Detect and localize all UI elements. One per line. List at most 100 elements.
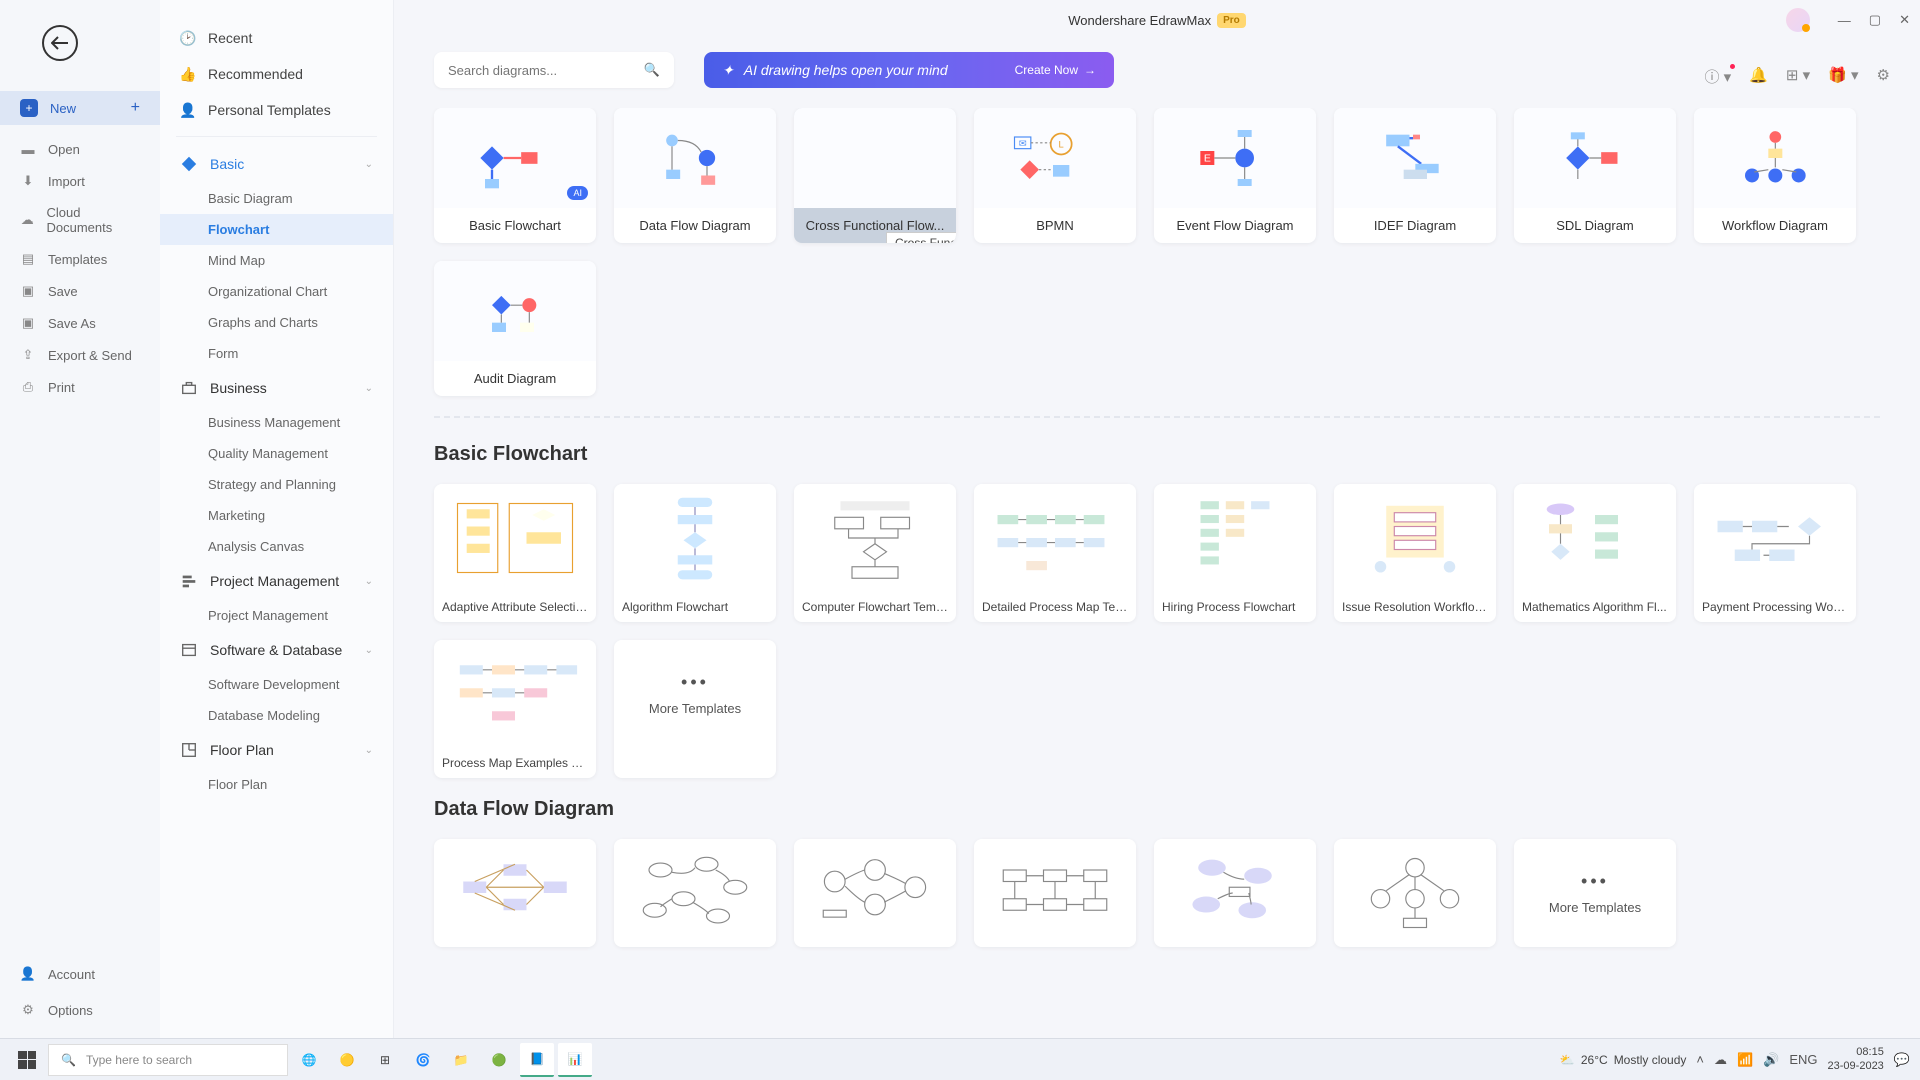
nav-pm-sub[interactable]: Project Management <box>160 600 393 631</box>
nav-strategy[interactable]: Strategy and Planning <box>160 469 393 500</box>
tray-wifi-icon[interactable]: 📶 <box>1737 1052 1753 1068</box>
tb-word[interactable]: 📘 <box>520 1043 554 1077</box>
nav-sw-dev[interactable]: Software Development <box>160 669 393 700</box>
account-button[interactable]: 👤Account <box>0 956 160 992</box>
ai-banner[interactable]: ✦ AI drawing helps open your mind Create… <box>704 52 1114 88</box>
template-card[interactable]: Detailed Process Map Tem... <box>974 484 1136 622</box>
start-button[interactable] <box>10 1043 44 1077</box>
nav-recent[interactable]: 🕑Recent <box>160 20 393 56</box>
window-icon <box>180 641 198 659</box>
help-icon[interactable]: ⓘ ▾ <box>1705 66 1732 87</box>
cat-pm[interactable]: Project Management⌄ <box>160 562 393 600</box>
open-button[interactable]: ▬Open <box>0 133 160 165</box>
search-box[interactable]: 🔍 <box>434 52 674 88</box>
action-center-icon[interactable]: 💬 <box>1894 1052 1910 1068</box>
nav-biz-mgmt[interactable]: Business Management <box>160 407 393 438</box>
bell-icon[interactable]: 🔔 <box>1749 66 1768 87</box>
tray-lang-icon[interactable]: ENG <box>1789 1052 1817 1067</box>
template-card[interactable]: Payment Processing Workf... <box>1694 484 1856 622</box>
template-card[interactable]: Hiring Process Flowchart <box>1154 484 1316 622</box>
type-card-label: Audit Diagram <box>434 361 596 396</box>
tray-volume-icon[interactable]: 🔊 <box>1763 1052 1779 1068</box>
cloud-documents-button[interactable]: ☁Cloud Documents <box>0 197 160 243</box>
tb-edge[interactable]: 🌀 <box>406 1043 440 1077</box>
save-button[interactable]: ▣Save <box>0 275 160 307</box>
nav-quality-mgmt[interactable]: Quality Management <box>160 438 393 469</box>
template-card[interactable] <box>614 839 776 947</box>
template-card[interactable] <box>794 839 956 947</box>
ai-cta[interactable]: Create Now→ <box>1015 63 1096 77</box>
cat-business[interactable]: Business⌄ <box>160 369 393 407</box>
taskbar-clock[interactable]: 08:15 23-09-2023 <box>1828 1046 1884 1072</box>
options-button[interactable]: ⚙Options <box>0 992 160 1028</box>
template-card[interactable] <box>1334 839 1496 947</box>
import-button[interactable]: ⬇Import <box>0 165 160 197</box>
templates-button[interactable]: ▤Templates <box>0 243 160 275</box>
add-icon[interactable]: + <box>131 99 140 117</box>
tpl-thumb-icon <box>442 847 588 939</box>
apps-icon[interactable]: ⊞ ▾ <box>1786 66 1810 87</box>
search-icon[interactable]: 🔍 <box>644 62 660 78</box>
nav-mindmap[interactable]: Mind Map <box>160 245 393 276</box>
more-templates-card[interactable]: •••More Templates <box>614 640 776 778</box>
nav-db-model[interactable]: Database Modeling <box>160 700 393 731</box>
print-icon: ⎙ <box>20 379 36 395</box>
nav-recommended[interactable]: 👍Recommended <box>160 56 393 92</box>
back-button[interactable] <box>42 25 78 61</box>
template-card[interactable]: Adaptive Attribute Selectio... <box>434 484 596 622</box>
template-card[interactable]: Mathematics Algorithm Fl... <box>1514 484 1676 622</box>
template-card[interactable]: Algorithm Flowchart <box>614 484 776 622</box>
tb-edrawmax[interactable]: 📊 <box>558 1043 592 1077</box>
nav-personal-templates[interactable]: 👤Personal Templates <box>160 92 393 128</box>
cat-floor[interactable]: Floor Plan⌄ <box>160 731 393 769</box>
type-basic-flowchart[interactable]: AI Basic Flowchart <box>434 108 596 243</box>
tb-explorer[interactable]: 📁 <box>444 1043 478 1077</box>
type-cross-functional[interactable]: Create New See templates Cross Functiona… <box>794 108 956 243</box>
type-audit[interactable]: Audit Diagram <box>434 261 596 396</box>
saveas-button[interactable]: ▣Save As <box>0 307 160 339</box>
new-button[interactable]: + New + <box>0 91 160 125</box>
search-input[interactable] <box>448 63 644 78</box>
export-button[interactable]: ⇪Export & Send <box>0 339 160 371</box>
template-card[interactable] <box>1154 839 1316 947</box>
nav-analysis[interactable]: Analysis Canvas <box>160 531 393 562</box>
settings-icon[interactable]: ⚙ <box>1877 66 1890 87</box>
taskbar-search[interactable]: 🔍Type here to search <box>48 1044 288 1076</box>
maximize-button[interactable]: ▢ <box>1869 12 1881 28</box>
type-event-flow[interactable]: E Event Flow Diagram <box>1154 108 1316 243</box>
template-card[interactable] <box>434 839 596 947</box>
more-templates-card[interactable]: •••More Templates <box>1514 839 1676 947</box>
tb-chrome[interactable]: 🟢 <box>482 1043 516 1077</box>
gift-icon[interactable]: 🎁 ▾ <box>1828 66 1858 87</box>
tray-onedrive-icon[interactable]: ☁ <box>1714 1052 1727 1068</box>
folder-icon: ▬ <box>20 141 36 157</box>
template-card[interactable] <box>974 839 1136 947</box>
avatar[interactable] <box>1786 8 1810 32</box>
nav-floor-sub[interactable]: Floor Plan <box>160 769 393 800</box>
type-data-flow[interactable]: Data Flow Diagram <box>614 108 776 243</box>
cat-software[interactable]: Software & Database⌄ <box>160 631 393 669</box>
tray-chevron-icon[interactable]: ˄ <box>1696 1052 1704 1067</box>
taskbar-weather[interactable]: ⛅ 26°C Mostly cloudy <box>1560 1053 1686 1067</box>
cat-basic[interactable]: Basic⌄ <box>160 145 393 183</box>
tb-globe[interactable]: 🌐 <box>292 1043 326 1077</box>
minimize-button[interactable]: — <box>1838 13 1851 28</box>
toolbar-icons: ⓘ ▾ 🔔 ⊞ ▾ 🎁 ▾ ⚙ <box>1705 66 1890 87</box>
print-button[interactable]: ⎙Print <box>0 371 160 403</box>
nav-basic-diagram[interactable]: Basic Diagram <box>160 183 393 214</box>
template-card[interactable]: Computer Flowchart Temp... <box>794 484 956 622</box>
type-sdl[interactable]: SDL Diagram <box>1514 108 1676 243</box>
nav-graphs[interactable]: Graphs and Charts <box>160 307 393 338</box>
type-bpmn[interactable]: ✉L BPMN <box>974 108 1136 243</box>
template-card[interactable]: Process Map Examples Te... <box>434 640 596 778</box>
template-card[interactable]: Issue Resolution Workflow ... <box>1334 484 1496 622</box>
type-workflow[interactable]: Workflow Diagram <box>1694 108 1856 243</box>
nav-org-chart[interactable]: Organizational Chart <box>160 276 393 307</box>
nav-marketing[interactable]: Marketing <box>160 500 393 531</box>
nav-flowchart[interactable]: Flowchart <box>160 214 393 245</box>
tb-cortana[interactable]: 🟡 <box>330 1043 364 1077</box>
nav-form[interactable]: Form <box>160 338 393 369</box>
tb-taskview[interactable]: ⊞ <box>368 1043 402 1077</box>
close-button[interactable]: ✕ <box>1899 12 1910 28</box>
type-idef[interactable]: IDEF Diagram <box>1334 108 1496 243</box>
